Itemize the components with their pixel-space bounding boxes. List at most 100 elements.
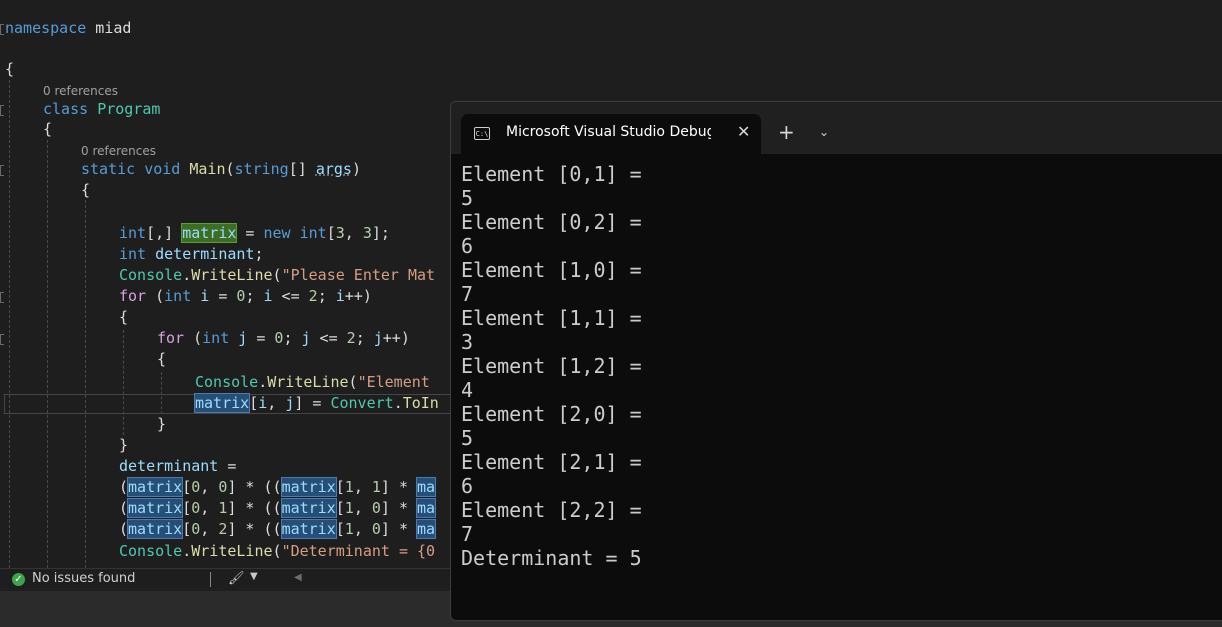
code-token: ] * (( <box>227 520 282 538</box>
code-token: 2 <box>346 329 356 347</box>
console-line: 6 <box>461 474 474 498</box>
code-token: = <box>247 329 275 347</box>
indent-guide <box>123 330 124 435</box>
code-token: [ <box>249 394 259 412</box>
code-token: int <box>164 287 192 305</box>
console-line: Element [1,0] = <box>461 258 642 282</box>
code-token: 0 <box>191 478 201 496</box>
code-line[interactable]: static void Main(string[] args) <box>81 159 361 180</box>
code-line[interactable]: namespace miad <box>5 18 131 39</box>
chevron-down-icon[interactable]: ▼ <box>250 571 258 582</box>
code-line[interactable]: { <box>119 307 128 328</box>
code-token: 0 <box>371 499 381 517</box>
code-token: Console <box>195 373 259 391</box>
code-token: i <box>263 287 273 305</box>
code-token: "Element <box>357 373 439 391</box>
console-line: 4 <box>461 378 474 402</box>
console-line: 5 <box>461 426 474 450</box>
issues-status[interactable]: No issues found <box>32 571 135 586</box>
code-token: ++) <box>382 329 410 347</box>
code-token: new <box>263 224 291 242</box>
terminal-tab[interactable]: C:\ Microsoft Visual Studio Debug Consol… <box>461 114 761 154</box>
code-token: ] * <box>380 478 418 496</box>
code-token: i <box>258 394 268 412</box>
code-token: determinant <box>155 245 255 263</box>
code-line[interactable]: int[,] matrix = new int[3, 3]; <box>119 223 390 244</box>
code-line[interactable]: Console.WriteLine("Please Enter Mat <box>119 265 435 286</box>
code-token: j <box>373 329 383 347</box>
new-tab-button[interactable]: + <box>778 122 795 142</box>
code-token: ; <box>245 287 264 305</box>
code-cleanup-brush-icon[interactable]: 🖌 <box>228 571 245 586</box>
close-tab-button[interactable]: ✕ <box>737 122 750 141</box>
code-token: <= <box>272 287 309 305</box>
fold-marker[interactable] <box>0 334 4 345</box>
code-token: <= <box>310 329 347 347</box>
code-token: ; <box>317 287 336 305</box>
code-token: { <box>81 181 91 199</box>
code-token: matrix <box>181 223 238 243</box>
code-token: int <box>119 224 147 242</box>
code-token: { <box>119 308 129 326</box>
code-line[interactable]: matrix[i, j] = Convert.ToIn <box>193 393 439 414</box>
codelens-references[interactable]: 0 references <box>81 143 156 159</box>
code-token: [] <box>288 160 316 178</box>
code-token: ; <box>254 245 264 263</box>
code-line[interactable]: { <box>43 119 52 140</box>
code-token: [ <box>182 520 192 538</box>
code-token: ( <box>272 542 282 560</box>
console-line: 7 <box>461 282 474 306</box>
code-token: { <box>157 350 167 368</box>
code-token: j <box>301 329 311 347</box>
code-line[interactable]: for (int j = 0; j <= 2; j++) <box>157 328 410 349</box>
code-token: 0 <box>191 499 201 517</box>
indent-guide <box>85 200 86 568</box>
scroll-left-arrow-icon[interactable]: ◀ <box>294 572 302 583</box>
code-token: 1 <box>344 478 354 496</box>
code-line[interactable]: (matrix[0, 0] * ((matrix[1, 1] * ma <box>119 477 437 498</box>
fold-marker[interactable] <box>0 165 4 176</box>
code-line[interactable]: (matrix[0, 2] * ((matrix[1, 0] * ma <box>119 519 437 540</box>
code-token: { <box>5 60 15 78</box>
code-line[interactable]: class Program <box>43 99 160 120</box>
code-token: . <box>258 373 268 391</box>
code-line[interactable]: { <box>5 59 14 80</box>
code-line[interactable]: } <box>119 435 128 456</box>
code-line[interactable]: { <box>157 349 166 370</box>
code-token: 1 <box>344 520 354 538</box>
code-token: = <box>236 224 264 242</box>
code-token: "Please Enter Mat <box>281 266 436 284</box>
code-token: Program <box>97 100 161 118</box>
code-line[interactable]: determinant = <box>119 456 236 477</box>
codelens-references[interactable]: 0 references <box>43 83 118 99</box>
code-token: static <box>81 160 136 178</box>
fold-marker[interactable] <box>0 292 4 303</box>
code-line[interactable]: Console.WriteLine("Determinant = {0 <box>119 541 435 562</box>
code-line[interactable]: { <box>81 180 90 201</box>
code-token: determinant <box>119 457 219 475</box>
code-token: matrix <box>127 519 184 539</box>
code-token: ( <box>119 499 129 517</box>
code-token: [ <box>335 499 345 517</box>
code-token: ++) <box>344 287 372 305</box>
code-token: int <box>202 329 230 347</box>
code-line[interactable]: int determinant; <box>119 244 264 265</box>
fold-marker[interactable] <box>0 24 4 35</box>
code-token: matrix <box>280 519 337 539</box>
debug-console-window[interactable]: C:\ Microsoft Visual Studio Debug Consol… <box>450 101 1222 621</box>
code-token: Console <box>119 266 183 284</box>
code-token: [ <box>182 499 192 517</box>
code-line[interactable]: for (int i = 0; i <= 2; i++) <box>119 286 372 307</box>
fold-marker[interactable] <box>0 105 4 116</box>
code-line[interactable]: (matrix[0, 1] * ((matrix[1, 0] * ma <box>119 498 437 519</box>
code-token: 3 <box>335 224 345 242</box>
code-line[interactable]: } <box>157 414 166 435</box>
tab-dropdown-button[interactable]: ⌄ <box>819 125 829 139</box>
code-token: ; <box>283 329 302 347</box>
code-line[interactable]: Console.WriteLine("Element <box>195 372 439 393</box>
code-token: ; <box>355 329 374 347</box>
